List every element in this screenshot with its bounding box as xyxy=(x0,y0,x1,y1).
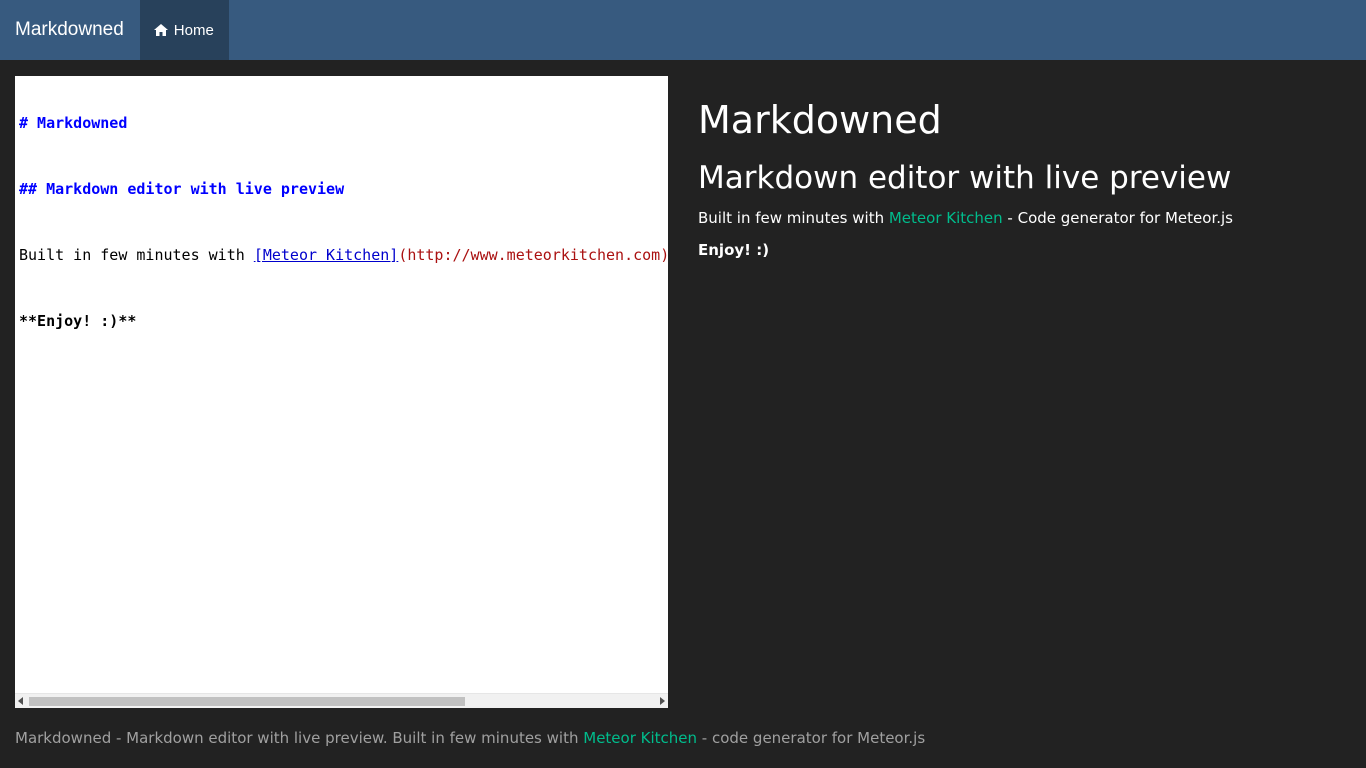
nav-home-label: Home xyxy=(173,21,214,39)
preview-text-after: - Code generator for Meteor.js xyxy=(1002,209,1233,227)
editor-content[interactable]: # Markdowned ## Markdown editor with liv… xyxy=(19,76,668,376)
editor-line-text: Built in few minutes with xyxy=(19,246,254,264)
editor-line-h2: ## Markdown editor with live preview xyxy=(19,180,345,198)
footer-meteor-kitchen-link[interactable]: Meteor Kitchen xyxy=(583,729,697,747)
editor-line-url: (http://www.meteorkitchen.com) xyxy=(398,246,668,264)
markdown-preview: Markdowned Markdown editor with live pre… xyxy=(698,76,1351,260)
scrollbar-thumb[interactable] xyxy=(29,697,465,706)
preview-heading-1: Markdowned xyxy=(698,98,942,142)
horizontal-scrollbar[interactable] xyxy=(15,693,668,708)
editor-line-strong: **Enjoy! :)** xyxy=(19,312,137,330)
footer: Markdowned - Markdown editor with live p… xyxy=(15,728,925,748)
preview-heading-2: Markdown editor with live preview xyxy=(698,160,1232,196)
preview-paragraph: Built in few minutes with Meteor Kitchen… xyxy=(698,208,1351,228)
footer-text-after: - code generator for Meteor.js xyxy=(697,729,926,747)
scroll-left-arrow-icon[interactable] xyxy=(18,697,23,705)
nav-home-button[interactable]: Home xyxy=(139,0,229,60)
navbar: Markdowned Home xyxy=(0,0,1366,60)
preview-meteor-kitchen-link[interactable]: Meteor Kitchen xyxy=(889,209,1003,227)
editor-line-h1: # Markdowned xyxy=(19,114,128,132)
brand-link[interactable]: Markdowned xyxy=(0,0,140,60)
scroll-right-arrow-icon[interactable] xyxy=(660,697,665,705)
footer-text-before: Markdowned - Markdown editor with live p… xyxy=(15,729,584,747)
preview-text-before: Built in few minutes with xyxy=(698,209,889,227)
home-icon xyxy=(153,24,168,36)
editor-line-link: [Meteor Kitchen] xyxy=(253,246,399,264)
markdown-editor[interactable]: # Markdowned ## Markdown editor with liv… xyxy=(15,76,668,708)
preview-enjoy: Enjoy! :) xyxy=(698,241,770,259)
